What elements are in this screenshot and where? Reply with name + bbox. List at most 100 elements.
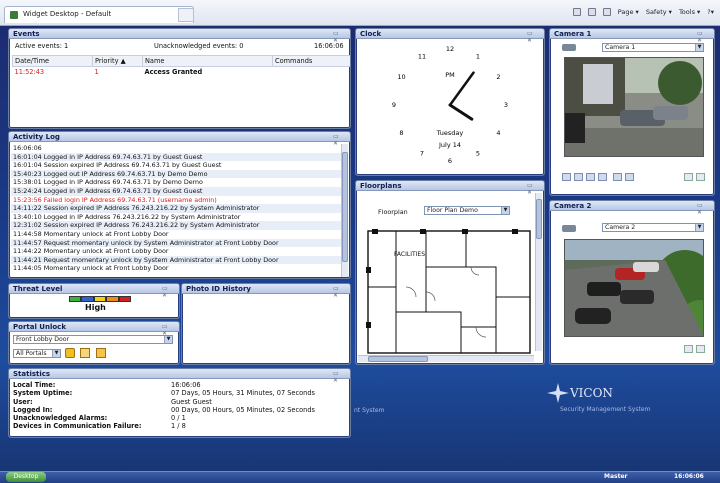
list-item: 11:44:21 Request momentary unlock by Sys…	[11, 255, 341, 265]
print-icon[interactable]	[602, 8, 611, 16]
ptz-left-icon[interactable]	[586, 173, 595, 181]
fullscreen-icon[interactable]	[696, 345, 705, 353]
col-name[interactable]: Name	[142, 55, 273, 67]
floorplan-map[interactable]: FACILITIES	[366, 227, 532, 355]
activity-log-list: 16:06:06 16:01:04 Logged in IP Address 69…	[11, 144, 341, 275]
panel-controls-icon[interactable]: ▭ ✕	[162, 285, 176, 299]
feeds-icon[interactable]	[587, 8, 596, 16]
list-item: 15:40:23 Logged out IP Address 69.74.63.…	[11, 169, 341, 179]
panel-controls-icon[interactable]: ▭ ✕	[527, 30, 541, 44]
active-events: Active events: 1	[15, 42, 69, 50]
home-icon[interactable]	[572, 8, 581, 16]
stat-row: Unacknowledged Alarms: 0 / 1	[13, 414, 348, 422]
panel-controls-icon[interactable]: ▭ ✕	[333, 370, 347, 384]
list-item: 11:44:22 Momentary unlock at Front Lobby…	[13, 247, 169, 256]
threat-level-bar	[69, 296, 132, 302]
browser-tab[interactable]: Widget Desktop - Default	[4, 6, 194, 23]
stat-label: Logged In:	[13, 405, 53, 414]
chevron-down-icon: ▼	[695, 224, 703, 231]
ptz-down-icon[interactable]	[574, 173, 583, 181]
clock-number: 1	[476, 53, 480, 61]
events-time: 16:06:06	[314, 42, 344, 50]
event-name: Access Granted	[144, 68, 203, 76]
clock-number: 12	[446, 45, 454, 53]
list-item: 11:44:05 Momentary unlock at Front Lobby…	[13, 264, 169, 273]
vicon-logo-text: VICON	[570, 386, 613, 400]
panel-controls-icon[interactable]: ▭ ✕	[697, 30, 711, 44]
menu-page[interactable]: Page ▾	[618, 8, 639, 16]
stat-value: 1 / 8	[171, 422, 186, 431]
col-priority[interactable]: Priority ▲	[92, 55, 143, 67]
stat-row: User: Guest Guest	[13, 398, 348, 406]
camera-icon	[562, 44, 576, 51]
statistics-title: Statistics	[13, 370, 51, 378]
activity-log-panel: Activity Log ▭ ✕ 16:06:06 16:01:04 Logged …	[8, 131, 351, 279]
stat-row: Devices in Communication Failure: 1 / 8	[13, 422, 348, 430]
panel-controls-icon[interactable]: ▭ ✕	[333, 285, 347, 299]
floorplan-hscroll[interactable]	[358, 355, 534, 362]
stat-label: Devices in Communication Failure:	[13, 422, 142, 431]
zoom-in-icon[interactable]	[613, 173, 622, 181]
unack-events: Unacknowledged events: 0	[154, 42, 244, 50]
col-datetime[interactable]: Date/Time	[12, 55, 93, 67]
stat-label: User:	[13, 397, 33, 406]
floorplan-vscroll[interactable]	[535, 193, 542, 351]
portal-unlock-title: Portal Unlock	[13, 323, 66, 331]
fullscreen-icon[interactable]	[696, 173, 705, 181]
portal-door-select[interactable]: Front Lobby Door ▼	[13, 335, 173, 344]
panel-controls-icon[interactable]: ▭ ✕	[527, 182, 541, 196]
browser-tab-title: Widget Desktop - Default	[23, 10, 112, 18]
list-item: 15:23:56 Failed login IP Address 69.74.6…	[13, 195, 217, 204]
desktop-button[interactable]: Desktop	[6, 472, 46, 482]
new-tab-button[interactable]	[178, 8, 194, 22]
chevron-down-icon: ▼	[695, 44, 703, 51]
floorplans-title: Floorplans	[360, 182, 402, 190]
ptz-right-icon[interactable]	[598, 173, 607, 181]
threat-segment	[81, 296, 94, 302]
ptz-up-icon[interactable]	[562, 173, 571, 181]
camera1-select[interactable]: Camera 1 ▼	[602, 43, 704, 52]
table-row[interactable]: 11:52:43 1 Access Granted	[13, 67, 351, 78]
camera1-select-value: Camera 1	[605, 44, 636, 51]
camera1-video[interactable]	[564, 57, 704, 157]
panel-controls-icon[interactable]: ▭ ✕	[333, 30, 347, 44]
door-lock-icon[interactable]	[96, 348, 106, 358]
camera2-panel: Camera 2 ▭ ✕ Camera 2 ▼	[549, 200, 715, 365]
menu-safety[interactable]: Safety ▾	[646, 8, 672, 16]
browser-command-bar: Page ▾ Safety ▾ Tools ▾ ?▾	[572, 8, 714, 16]
snapshot-icon[interactable]	[684, 173, 693, 181]
list-item: 12:31:02 Session expired IP Address 76.2…	[11, 221, 341, 230]
col-commands[interactable]: Commands	[272, 55, 350, 67]
portal-door-value: Front Lobby Door	[16, 336, 70, 343]
snapshot-icon[interactable]	[684, 345, 693, 353]
statistics-header: Statistics ▭ ✕	[9, 369, 350, 384]
clock-number: 7	[420, 149, 424, 157]
portal-filter-select[interactable]: All Portals ▼	[13, 349, 61, 358]
camera2-video[interactable]	[564, 239, 704, 337]
stat-value: 0 / 1	[171, 414, 186, 423]
threat-level-panel: Threat Level ▭ ✕ High	[8, 283, 180, 319]
menu-tools[interactable]: Tools ▾	[679, 8, 700, 16]
clock-number: 10	[397, 73, 405, 81]
camera2-title: Camera 2	[554, 202, 592, 210]
clock-number: 11	[418, 53, 426, 61]
stat-row: Logged In: 00 Days, 00 Hours, 05 Minutes,…	[13, 406, 348, 414]
camera1-title: Camera 1	[554, 30, 592, 38]
panel-controls-icon[interactable]: ▭ ✕	[697, 202, 711, 216]
taskbar-user[interactable]: Master	[604, 473, 628, 480]
unlock-icon[interactable]	[65, 348, 75, 358]
camera2-select[interactable]: Camera 2 ▼	[602, 223, 704, 232]
menu-help[interactable]: ?▾	[707, 8, 714, 16]
floorplan-select[interactable]: Floor Plan Demo ▼	[424, 206, 510, 215]
zoom-out-icon[interactable]	[625, 173, 634, 181]
panel-controls-icon[interactable]: ▭ ✕	[333, 133, 347, 147]
activity-scrollbar[interactable]	[341, 144, 348, 277]
panel-controls-icon[interactable]: ▭ ✕	[162, 323, 176, 337]
camera-icon	[562, 225, 576, 232]
activity-log-title: Activity Log	[13, 133, 60, 141]
clock-number: 2	[496, 73, 500, 81]
statistics-list: Local Time: 16:06:06 System Uptime: 07 Days…	[13, 381, 348, 431]
door-open-icon[interactable]	[80, 348, 90, 358]
chevron-down-icon: ▼	[164, 336, 172, 343]
list-item: 16:01:04 Logged in IP Address 69.74.63.7…	[11, 152, 341, 162]
